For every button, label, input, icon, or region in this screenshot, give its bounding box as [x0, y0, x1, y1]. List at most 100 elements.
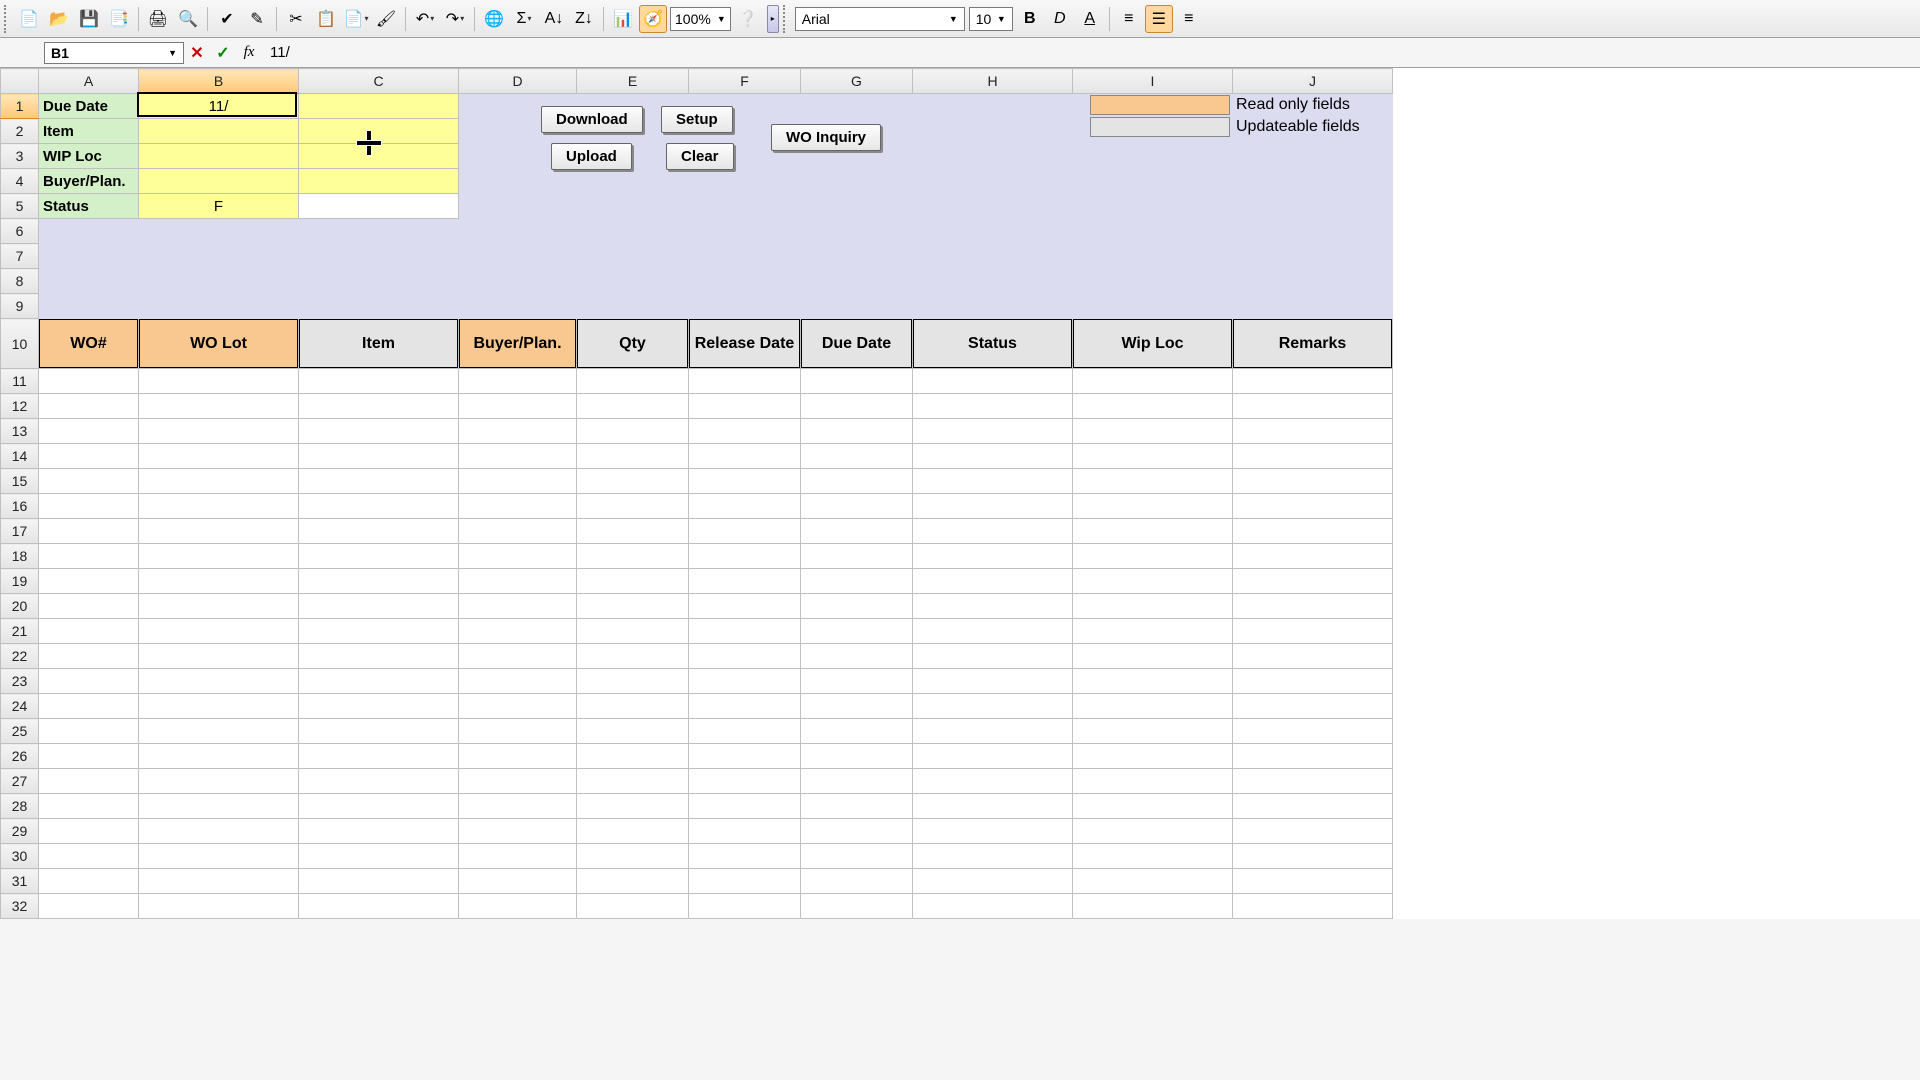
row-header-16[interactable]: 16	[1, 494, 39, 519]
cell-G7[interactable]	[801, 244, 913, 269]
cell-B13[interactable]	[139, 419, 299, 444]
cell-D22[interactable]	[459, 644, 577, 669]
cell-G29[interactable]	[801, 819, 913, 844]
cell-E5[interactable]	[577, 194, 689, 219]
accept-edit-icon[interactable]: ✓	[212, 42, 234, 64]
cell-I7[interactable]	[1073, 244, 1233, 269]
row-header-8[interactable]: 8	[1, 269, 39, 294]
cell-C26[interactable]	[299, 744, 459, 769]
cell-A22[interactable]	[39, 644, 139, 669]
cell-J23[interactable]	[1233, 669, 1393, 694]
cell-I3[interactable]	[1073, 144, 1233, 169]
chart-icon[interactable]: 📊	[609, 5, 637, 33]
cell-B28[interactable]	[139, 794, 299, 819]
cell-C2[interactable]	[299, 119, 459, 144]
row-header-32[interactable]: 32	[1, 894, 39, 919]
cell-E30[interactable]	[577, 844, 689, 869]
cell-G32[interactable]	[801, 894, 913, 919]
col-header-I[interactable]: I	[1073, 69, 1233, 94]
cell-G13[interactable]	[801, 419, 913, 444]
cell-J14[interactable]	[1233, 444, 1393, 469]
cell-A8[interactable]	[39, 269, 139, 294]
cell-D14[interactable]	[459, 444, 577, 469]
cell-A2[interactable]: Item	[39, 119, 139, 144]
cell-E19[interactable]	[577, 569, 689, 594]
cell-A7[interactable]	[39, 244, 139, 269]
row-header-31[interactable]: 31	[1, 869, 39, 894]
cell-C21[interactable]	[299, 619, 459, 644]
cell-A32[interactable]	[39, 894, 139, 919]
wo-inquiry-button[interactable]: WO Inquiry	[771, 124, 881, 151]
cell-H13[interactable]	[913, 419, 1073, 444]
cell-D8[interactable]	[459, 269, 577, 294]
cell-F9[interactable]	[689, 294, 801, 319]
cell-F23[interactable]	[689, 669, 801, 694]
cell-A9[interactable]	[39, 294, 139, 319]
cell-D23[interactable]	[459, 669, 577, 694]
row-header-29[interactable]: 29	[1, 819, 39, 844]
cell-D11[interactable]	[459, 369, 577, 394]
cell-E11[interactable]	[577, 369, 689, 394]
cell-D18[interactable]	[459, 544, 577, 569]
cell-E31[interactable]	[577, 869, 689, 894]
input-col-c-row-4[interactable]	[299, 179, 458, 183]
cell-J29[interactable]	[1233, 819, 1393, 844]
cell-D25[interactable]	[459, 719, 577, 744]
sort-asc-icon[interactable]: A↓	[540, 5, 568, 33]
cell-H23[interactable]	[913, 669, 1073, 694]
input-buyer_plan[interactable]	[139, 179, 298, 183]
cell-D20[interactable]	[459, 594, 577, 619]
cell-H7[interactable]	[913, 244, 1073, 269]
cell-B20[interactable]	[139, 594, 299, 619]
cell-A30[interactable]	[39, 844, 139, 869]
cell-B10[interactable]: WO Lot	[139, 319, 299, 369]
cell-C6[interactable]	[299, 219, 459, 244]
cell-G10[interactable]: Due Date	[801, 319, 913, 369]
export-pdf-icon[interactable]: 📑	[105, 5, 133, 33]
cell-G11[interactable]	[801, 369, 913, 394]
cell-A13[interactable]	[39, 419, 139, 444]
cell-J31[interactable]	[1233, 869, 1393, 894]
cell-J12[interactable]	[1233, 394, 1393, 419]
cell-I17[interactable]	[1073, 519, 1233, 544]
cell-F30[interactable]	[689, 844, 801, 869]
col-header-F[interactable]: F	[689, 69, 801, 94]
cell-B11[interactable]	[139, 369, 299, 394]
cell-H21[interactable]	[913, 619, 1073, 644]
cell-B5[interactable]: F	[139, 194, 299, 219]
cell-E32[interactable]	[577, 894, 689, 919]
row-header-27[interactable]: 27	[1, 769, 39, 794]
cell-A24[interactable]	[39, 694, 139, 719]
cell-F16[interactable]	[689, 494, 801, 519]
cell-D10[interactable]: Buyer/Plan.	[459, 319, 577, 369]
input-due_date[interactable]: 11/	[139, 96, 298, 117]
cell-H32[interactable]	[913, 894, 1073, 919]
cell-D16[interactable]	[459, 494, 577, 519]
cell-A20[interactable]	[39, 594, 139, 619]
cell-I4[interactable]	[1073, 169, 1233, 194]
row-header-4[interactable]: 4	[1, 169, 39, 194]
cell-J8[interactable]	[1233, 269, 1393, 294]
cell-H10[interactable]: Status	[913, 319, 1073, 369]
cell-D4[interactable]	[459, 169, 577, 194]
cell-J28[interactable]	[1233, 794, 1393, 819]
cell-C8[interactable]	[299, 269, 459, 294]
cell-A19[interactable]	[39, 569, 139, 594]
cell-G24[interactable]	[801, 694, 913, 719]
cell-B17[interactable]	[139, 519, 299, 544]
cell-E24[interactable]	[577, 694, 689, 719]
cell-J30[interactable]	[1233, 844, 1393, 869]
cell-I31[interactable]	[1073, 869, 1233, 894]
cell-B21[interactable]	[139, 619, 299, 644]
cell-F14[interactable]	[689, 444, 801, 469]
cell-E25[interactable]	[577, 719, 689, 744]
row-header-22[interactable]: 22	[1, 644, 39, 669]
cell-J22[interactable]	[1233, 644, 1393, 669]
cell-D15[interactable]	[459, 469, 577, 494]
undo-icon[interactable]: ↶▾	[411, 5, 439, 33]
cell-H20[interactable]	[913, 594, 1073, 619]
cell-G23[interactable]	[801, 669, 913, 694]
cell-J3[interactable]	[1233, 144, 1393, 169]
cell-H2[interactable]	[913, 119, 1073, 144]
cell-J13[interactable]	[1233, 419, 1393, 444]
